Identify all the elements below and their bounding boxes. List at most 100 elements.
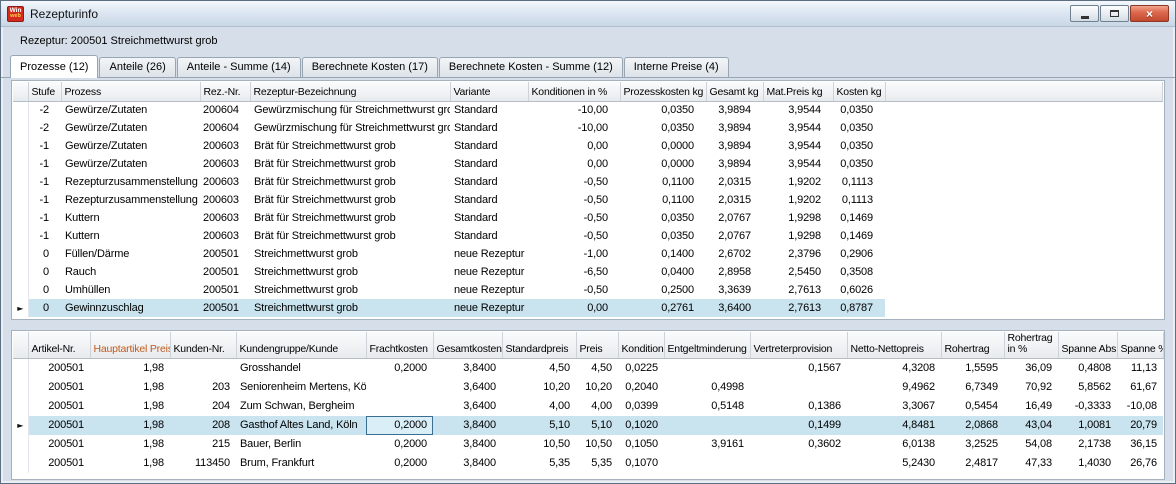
table-cell[interactable]: 5,35 bbox=[502, 453, 576, 473]
table-cell[interactable]: 0 bbox=[28, 263, 61, 281]
column-header[interactable]: Preis bbox=[576, 332, 619, 359]
table-cell[interactable]: 0,1469 bbox=[833, 209, 885, 227]
table-cell[interactable]: 43,04 bbox=[1004, 415, 1058, 435]
column-header[interactable]: Gesamtkosten bbox=[433, 332, 503, 359]
tab-5[interactable]: Interne Preise (4) bbox=[623, 57, 729, 77]
column-header[interactable]: Spanne Abs. bbox=[1058, 332, 1118, 359]
table-cell[interactable]: 0,00 bbox=[528, 155, 620, 173]
table-cell[interactable]: 200501 bbox=[28, 396, 90, 416]
table-cell[interactable]: 2,3796 bbox=[763, 245, 833, 263]
column-header[interactable]: Gesamt kg bbox=[706, 82, 764, 102]
table-cell[interactable]: 70,92 bbox=[1004, 377, 1058, 397]
table-cell[interactable]: 0,2000 bbox=[366, 415, 433, 435]
column-header[interactable]: Rezeptur-Bezeichnung bbox=[250, 82, 451, 102]
row-selector[interactable] bbox=[13, 453, 29, 473]
table-cell[interactable]: 0,5454 bbox=[941, 396, 1004, 416]
table-cell[interactable]: 3,8400 bbox=[433, 434, 502, 454]
table-cell[interactable]: -0,50 bbox=[528, 191, 620, 209]
table-cell[interactable]: 200603 bbox=[200, 173, 250, 191]
table-cell[interactable]: Gewürze/Zutaten bbox=[61, 119, 200, 137]
row-selector[interactable] bbox=[13, 281, 29, 299]
table-cell[interactable]: -2 bbox=[28, 101, 61, 119]
table-cell[interactable]: 3,6400 bbox=[433, 377, 502, 397]
table-cell[interactable]: 0,8787 bbox=[833, 299, 885, 317]
column-header[interactable]: Artikel-Nr. bbox=[28, 332, 91, 359]
table-cell[interactable]: 2,7613 bbox=[763, 281, 833, 299]
table-cell[interactable]: 2,0767 bbox=[706, 209, 763, 227]
table-cell[interactable]: 1,98 bbox=[90, 377, 170, 397]
table-cell[interactable]: neue Rezeptur bbox=[450, 299, 528, 317]
row-selector[interactable] bbox=[13, 434, 29, 454]
table-cell[interactable]: -1 bbox=[28, 173, 61, 191]
row-selector[interactable] bbox=[13, 119, 29, 137]
table-cell[interactable]: 9,4962 bbox=[847, 377, 941, 397]
table-cell[interactable]: 3,9544 bbox=[763, 155, 833, 173]
table-cell[interactable]: 0,0350 bbox=[620, 119, 706, 137]
column-header[interactable]: Rohertrag in % bbox=[1004, 332, 1059, 359]
column-header[interactable]: Kunden-Nr. bbox=[170, 332, 237, 359]
table-cell[interactable]: Streichmettwurst grob bbox=[250, 299, 450, 317]
table-cell[interactable]: 1,9298 bbox=[763, 227, 833, 245]
table-cell[interactable]: neue Rezeptur bbox=[450, 245, 528, 263]
column-header[interactable]: Rez.-Nr. bbox=[200, 82, 251, 102]
row-selector[interactable]: ► bbox=[13, 415, 29, 435]
table-cell[interactable]: 4,00 bbox=[576, 396, 618, 416]
table-cell[interactable]: -1 bbox=[28, 227, 61, 245]
table-cell[interactable]: 6,7349 bbox=[941, 377, 1004, 397]
table-cell[interactable]: 36,09 bbox=[1004, 358, 1058, 378]
table-cell[interactable]: 0,1469 bbox=[833, 227, 885, 245]
row-selector[interactable]: ► bbox=[13, 299, 29, 317]
table-cell[interactable]: 3,6400 bbox=[433, 396, 502, 416]
table-cell[interactable]: 1,98 bbox=[90, 415, 170, 435]
table-cell[interactable]: 0,2500 bbox=[620, 281, 706, 299]
tab-4[interactable]: Berechnete Kosten - Summe (12) bbox=[438, 57, 623, 77]
table-cell[interactable]: Grosshandel bbox=[236, 358, 366, 378]
column-header[interactable]: Frachtkosten bbox=[366, 332, 434, 359]
table-cell[interactable]: 1,98 bbox=[90, 396, 170, 416]
table-cell[interactable]: 0,0350 bbox=[620, 101, 706, 119]
row-selector[interactable] bbox=[13, 396, 29, 416]
table-cell[interactable]: 3,3067 bbox=[847, 396, 941, 416]
table-cell[interactable]: 16,49 bbox=[1004, 396, 1058, 416]
table-cell[interactable]: 1,9298 bbox=[763, 209, 833, 227]
column-header[interactable]: Spanne % bbox=[1117, 332, 1164, 359]
table-cell[interactable]: 0,4998 bbox=[664, 377, 750, 397]
table-cell[interactable]: 4,3208 bbox=[847, 358, 941, 378]
table-cell[interactable]: 2,7613 bbox=[763, 299, 833, 317]
tab-2[interactable]: Anteile - Summe (14) bbox=[176, 57, 301, 77]
table-cell[interactable]: 4,50 bbox=[576, 358, 618, 378]
table-cell[interactable]: 0 bbox=[28, 299, 61, 317]
column-header[interactable]: Entgeltminderung bbox=[664, 332, 751, 359]
table-cell[interactable]: 4,8481 bbox=[847, 415, 941, 435]
table-cell[interactable]: 0,0000 bbox=[620, 155, 706, 173]
table-cell[interactable]: 2,0767 bbox=[706, 227, 763, 245]
table-cell[interactable]: 3,8400 bbox=[433, 358, 502, 378]
table-cell[interactable]: 10,20 bbox=[576, 377, 618, 397]
table-cell[interactable]: -2 bbox=[28, 119, 61, 137]
table-cell[interactable]: 3,6400 bbox=[706, 299, 763, 317]
table-cell[interactable]: 1,98 bbox=[90, 358, 170, 378]
table-cell[interactable]: -1,00 bbox=[528, 245, 620, 263]
table-cell[interactable]: Kuttern bbox=[61, 227, 200, 245]
table-cell[interactable]: 215 bbox=[170, 434, 236, 454]
table-cell[interactable]: 6,0138 bbox=[847, 434, 941, 454]
table-cell[interactable]: Standard bbox=[450, 227, 528, 245]
table-cell[interactable]: 0,2000 bbox=[366, 434, 433, 454]
table-cell[interactable]: 61,67 bbox=[1117, 377, 1163, 397]
column-header[interactable]: Stufe bbox=[28, 82, 62, 102]
table-cell[interactable]: -1 bbox=[28, 191, 61, 209]
table-cell[interactable]: 200501 bbox=[200, 299, 250, 317]
table-cell[interactable]: 2,0315 bbox=[706, 173, 763, 191]
table-cell[interactable]: 3,9544 bbox=[763, 101, 833, 119]
table-cell[interactable]: 1,5595 bbox=[941, 358, 1004, 378]
table-cell[interactable]: 54,08 bbox=[1004, 434, 1058, 454]
table-cell[interactable]: 0,3508 bbox=[833, 263, 885, 281]
close-button[interactable]: × bbox=[1130, 5, 1169, 22]
tab-0[interactable]: Prozesse (12) bbox=[10, 55, 99, 78]
table-cell[interactable]: Umhüllen bbox=[61, 281, 200, 299]
table-cell[interactable]: Gewürzmischung für Streichmettwurst grob bbox=[250, 119, 450, 137]
row-selector[interactable] bbox=[13, 191, 29, 209]
table-cell[interactable]: 2,0868 bbox=[941, 415, 1004, 435]
table-cell[interactable]: -10,08 bbox=[1117, 396, 1163, 416]
table-cell[interactable]: 3,8400 bbox=[433, 453, 502, 473]
